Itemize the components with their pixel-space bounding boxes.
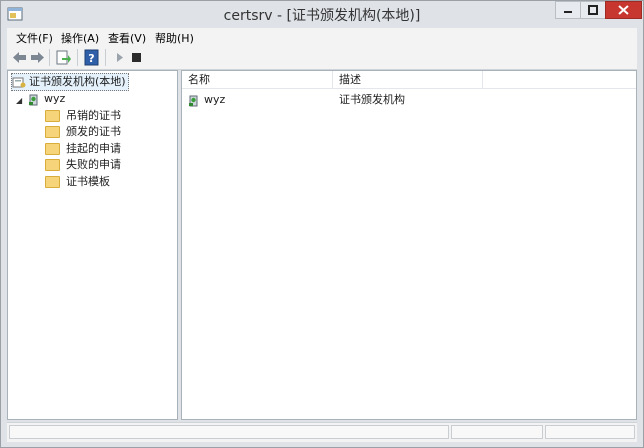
help-icon[interactable]: ? [83, 49, 100, 66]
tree-item-label: 挂起的申请 [66, 142, 121, 155]
tree-item-pending[interactable]: 挂起的申请 [45, 141, 121, 157]
folder-icon [45, 126, 60, 138]
tree-item-label: 吊销的证书 [66, 109, 121, 122]
status-segment [451, 425, 543, 439]
minimize-icon [564, 11, 572, 13]
result-list[interactable]: 名称 描述 wyz 证书颁发机构 [181, 70, 637, 420]
menu-action[interactable]: 操作(A) [61, 30, 99, 46]
folder-icon [45, 110, 60, 122]
menu-help[interactable]: 帮助(H) [155, 30, 194, 46]
close-icon [618, 5, 629, 15]
tree-item-label: 证书模板 [66, 175, 110, 188]
tree-ca-label: wyz [44, 92, 66, 105]
console-tree[interactable]: 证书颁发机构(本地) ◢ wyz 吊销的证书 颁发的证书 挂起的申请 失败的申请 [7, 70, 178, 420]
certificate-authority-icon [12, 77, 26, 87]
expand-arrow-icon[interactable]: ◢ [16, 96, 22, 105]
svg-text:?: ? [88, 52, 94, 65]
toolbar: ? [7, 46, 637, 70]
menu-bar: 文件(F) 操作(A) 查看(V) 帮助(H) [7, 28, 637, 46]
tree-item-templates[interactable]: 证书模板 [45, 174, 110, 190]
title-bar[interactable]: certsrv - [证书颁发机构(本地)] [1, 1, 643, 27]
close-button[interactable] [605, 1, 642, 19]
tree-item-failed[interactable]: 失败的申请 [45, 157, 121, 173]
tree-root-item[interactable]: 证书颁发机构(本地) [11, 73, 129, 91]
toolbar-separator [105, 49, 106, 66]
status-segment [9, 425, 449, 439]
main-area: 证书颁发机构(本地) ◢ wyz 吊销的证书 颁发的证书 挂起的申请 失败的申请 [7, 70, 637, 420]
list-item-name: wyz [204, 93, 226, 106]
mmc-window: certsrv - [证书颁发机构(本地)] 文件(F) 操作(A) 查看(V)… [0, 0, 644, 448]
ca-server-icon [29, 94, 38, 105]
list-item-description: 证书颁发机构 [339, 93, 405, 106]
list-item[interactable]: wyz 证书颁发机构 [182, 92, 636, 108]
folder-icon [45, 143, 60, 155]
export-list-icon[interactable] [55, 49, 72, 66]
forward-icon[interactable] [29, 49, 46, 66]
tree-item-issued[interactable]: 颁发的证书 [45, 124, 121, 140]
menu-view[interactable]: 查看(V) [108, 30, 146, 46]
start-service-icon[interactable] [111, 49, 128, 66]
status-bar [7, 422, 637, 442]
tree-item-ca[interactable]: wyz [27, 91, 65, 107]
toolbar-separator [49, 49, 50, 66]
back-icon[interactable] [11, 49, 28, 66]
window-title: certsrv - [证书颁发机构(本地)] [223, 8, 421, 24]
tree-item-revoked[interactable]: 吊销的证书 [45, 108, 121, 124]
stop-service-icon[interactable] [128, 49, 145, 66]
tree-item-label: 失败的申请 [66, 158, 121, 171]
tree-item-label: 颁发的证书 [66, 125, 121, 138]
status-segment [545, 425, 635, 439]
folder-icon [45, 159, 60, 171]
tree-root-label: 证书颁发机构(本地) [29, 75, 126, 88]
column-header-name[interactable]: 名称 [182, 71, 333, 88]
minimize-button[interactable] [555, 1, 581, 19]
folder-icon [45, 176, 60, 188]
list-header: 名称 描述 [182, 71, 636, 89]
maximize-button[interactable] [580, 1, 606, 19]
ca-server-icon [189, 95, 198, 106]
list-item-name-cell: wyz [187, 92, 225, 108]
menu-file[interactable]: 文件(F) [16, 30, 53, 46]
maximize-icon [588, 5, 598, 15]
column-header-description[interactable]: 描述 [333, 71, 483, 88]
toolbar-separator [77, 49, 78, 66]
